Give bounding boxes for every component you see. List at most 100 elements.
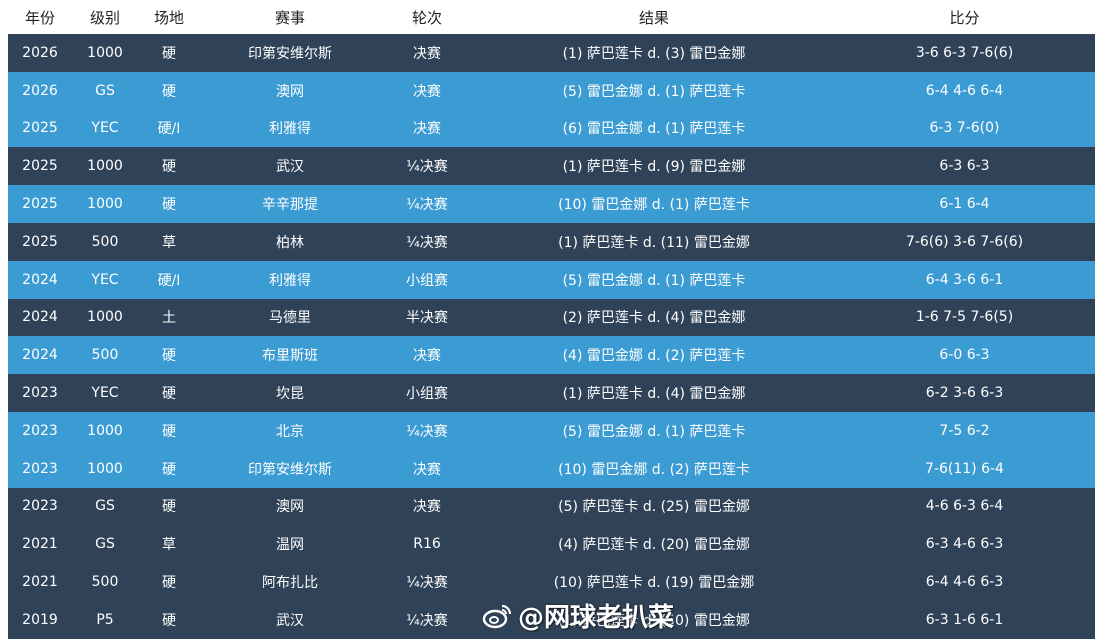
h2h-table: 年份 级别 场地 赛事 轮次 结果 比分 2026 1000 硬印第安维尔斯 决赛 (1… (8, 0, 1095, 639)
cell-year: 2024 (22, 347, 58, 364)
cell-event: 武汉 (276, 159, 304, 176)
table-row: 2021 500 硬 阿布扎比 ¼决赛 (10) 萨巴莲卡 d. (19) 雷巴金娜 6-4… (8, 563, 1095, 601)
cell-score: 6-3 4-6 6-3 (925, 536, 1004, 553)
cell-result: (5) 雷巴金娜 d. (1) 萨巴莲卡 (562, 423, 746, 440)
cell-result: (1) 萨巴莲卡 d. (4) 雷巴金娜 (562, 386, 746, 403)
table-row: 2019 P5 硬 武汉 ¼决赛 (1) 萨巴莲卡 d. (50) 雷巴金娜 6-3 1-6… (8, 600, 1095, 639)
cell-level: 1000 (87, 158, 123, 175)
header-year: 年份 (24, 8, 55, 27)
cell-round: ¼决赛 (406, 234, 448, 251)
cell-result: (2) 萨巴莲卡 d. (4) 雷巴金娜 (562, 310, 746, 327)
cell-score: 6-1 6-4 (939, 196, 990, 213)
cell-level: 500 (91, 574, 119, 591)
cell-year: 2025 (22, 120, 58, 137)
cell-event: 澳网 (276, 499, 304, 516)
cell-result: (6) 雷巴金娜 d. (1) 萨巴莲卡 (562, 121, 746, 138)
cell-round: 决赛 (413, 461, 441, 478)
cell-result: (4) 雷巴金娜 d. (2) 萨巴莲卡 (562, 348, 746, 365)
cell-surface: 硬/I (157, 121, 181, 138)
cell-score: 6-4 4-6 6-4 (925, 82, 1004, 99)
cell-result: (1) 萨巴莲卡 d. (11) 雷巴金娜 (558, 234, 750, 251)
cell-surface: 草 (162, 537, 176, 554)
cell-surface: 硬 (162, 197, 176, 214)
cell-event: 马德里 (269, 310, 311, 327)
cell-surface: 硬 (162, 612, 176, 629)
cell-year: 2024 (22, 271, 58, 288)
cell-surface: 草 (162, 234, 176, 251)
table-row: 2025 500 草 柏林 ¼决赛 (1) 萨巴莲卡 d. (11) 雷巴金娜 7-6(6)… (8, 222, 1095, 261)
cell-year: 2025 (22, 158, 58, 175)
cell-score: 7-5 6-2 (939, 422, 990, 439)
cell-result: (1) 萨巴莲卡 d. (50) 雷巴金娜 (558, 612, 750, 629)
header-surface: 场地 (153, 8, 184, 27)
cell-surface: 硬 (162, 83, 176, 100)
cell-round: 小组赛 (406, 272, 448, 289)
cell-year: 2024 (22, 309, 58, 326)
table-row: 2025 1000 硬 辛辛那提 ¼决赛 (10) 雷巴金娜 d. (1) 萨巴莲卡 6-1… (8, 185, 1095, 223)
cell-year: 2021 (22, 536, 58, 553)
cell-score: 7-6(11) 6-4 (925, 460, 1004, 477)
cell-surface: 硬 (162, 386, 176, 403)
cell-event: 温网 (276, 537, 304, 554)
table-row: 2024 YEC 硬/I 利雅得 小组赛 (5) 雷巴金娜 d. (1) 萨巴莲卡 6-4 … (8, 260, 1095, 299)
cell-event: 澳网 (276, 83, 304, 100)
cell-score: 1-6 7-5 7-6(5) (915, 309, 1014, 326)
cell-surface: 硬 (162, 348, 176, 365)
cell-level: 500 (91, 347, 119, 364)
cell-result: (10) 雷巴金娜 d. (2) 萨巴莲卡 (558, 461, 750, 478)
cell-level: 1000 (87, 196, 123, 213)
cell-round: ¼决赛 (406, 197, 448, 214)
cell-score: 3-6 6-3 7-6(6) (915, 44, 1014, 61)
cell-round: 小组赛 (406, 386, 448, 403)
cell-surface: 硬/I (157, 272, 181, 289)
table-row: 2026 1000 硬 印第安维尔斯 决赛 (1) 萨巴莲卡 d. (3) 雷巴金娜 3-6… (8, 34, 1095, 72)
cell-event: 利雅得 (269, 272, 311, 289)
table-row: 2024 500 硬 布里斯班 决赛 (4) 雷巴金娜 d. (2) 萨巴莲卡 6-0 6-… (8, 336, 1095, 375)
cell-year: 2026 (22, 82, 58, 99)
cell-round: 决赛 (413, 348, 441, 365)
table-header: 年份 级别 场地 赛事 轮次 结果 比分 (8, 0, 1095, 34)
cell-result: (10) 萨巴莲卡 d. (19) 雷巴金娜 (553, 575, 755, 592)
header-result: 结果 (638, 8, 669, 27)
cell-round: ¼决赛 (406, 575, 448, 592)
table-row: 2021 GS 草 温网 R16 (4) 萨巴莲卡 d. (20) 雷巴金娜 6-3 4-6… (8, 525, 1095, 564)
cell-year: 2023 (22, 460, 58, 477)
table-row: 2026 GS 硬 澳网 决赛 (5) 雷巴金娜 d. (1) 萨巴莲卡 6-4 4-6 6… (8, 71, 1095, 110)
cell-event: 北京 (276, 423, 304, 440)
cell-result: (5) 雷巴金娜 d. (1) 萨巴莲卡 (562, 272, 746, 289)
cell-surface: 硬 (162, 499, 176, 516)
table-row: 2023 1000 硬 北京 ¼决赛 (5) 雷巴金娜 d. (1) 萨巴莲卡 7-5 6-… (8, 411, 1095, 450)
cell-score: 6-0 6-3 (939, 347, 990, 364)
cell-level: 1000 (87, 309, 123, 326)
table-row: 2024 1000 土 马德里 半决赛 (2) 萨巴莲卡 d. (4) 雷巴金娜 1-6 7… (8, 298, 1095, 337)
cell-event: 辛辛那提 (262, 197, 318, 214)
cell-score: 6-4 3-6 6-1 (925, 271, 1004, 288)
cell-round: 决赛 (413, 83, 441, 100)
cell-score: 6-3 7-6(0) (929, 120, 1000, 137)
cell-event: 武汉 (276, 612, 304, 629)
cell-score: 7-6(6) 3-6 7-6(6) (905, 233, 1024, 250)
cell-level: 1000 (87, 422, 123, 439)
cell-level: P5 (96, 611, 114, 628)
cell-surface: 硬 (162, 461, 176, 478)
table-row: 2023 YEC 硬 坎昆 小组赛 (1) 萨巴莲卡 d. (4) 雷巴金娜 6-2 3-6… (8, 374, 1095, 412)
cell-level: YEC (91, 385, 119, 402)
cell-round: 半决赛 (406, 310, 448, 327)
cell-event: 利雅得 (269, 121, 311, 138)
cell-year: 2025 (22, 233, 58, 250)
table-body: 2026 1000 硬印第安维尔斯 决赛 (1) 萨巴莲卡 d. (3) 雷巴金娜 3-6… (8, 34, 1095, 639)
cell-year: 2023 (22, 498, 58, 515)
cell-result: (4) 萨巴莲卡 d. (20) 雷巴金娜 (558, 537, 750, 554)
table-row: 2023 1000 硬 印第安维尔斯 决赛 (10) 雷巴金娜 d. (2) 萨巴莲卡 7-… (8, 449, 1095, 488)
header-level: 级别 (89, 8, 120, 27)
cell-result: (10) 雷巴金娜 d. (1) 萨巴莲卡 (558, 197, 750, 214)
cell-year: 2019 (22, 611, 58, 628)
cell-level: 1000 (87, 44, 123, 61)
cell-surface: 硬 (162, 575, 176, 592)
cell-year: 2025 (22, 196, 58, 213)
cell-round: ¼决赛 (406, 612, 448, 629)
cell-round: ¼决赛 (406, 159, 448, 176)
cell-result: (1) 萨巴莲卡 d. (9) 雷巴金娜 (562, 159, 746, 176)
cell-event: 印第安维尔斯 (248, 461, 332, 478)
cell-result: (5) 雷巴金娜 d. (1) 萨巴莲卡 (562, 83, 746, 100)
